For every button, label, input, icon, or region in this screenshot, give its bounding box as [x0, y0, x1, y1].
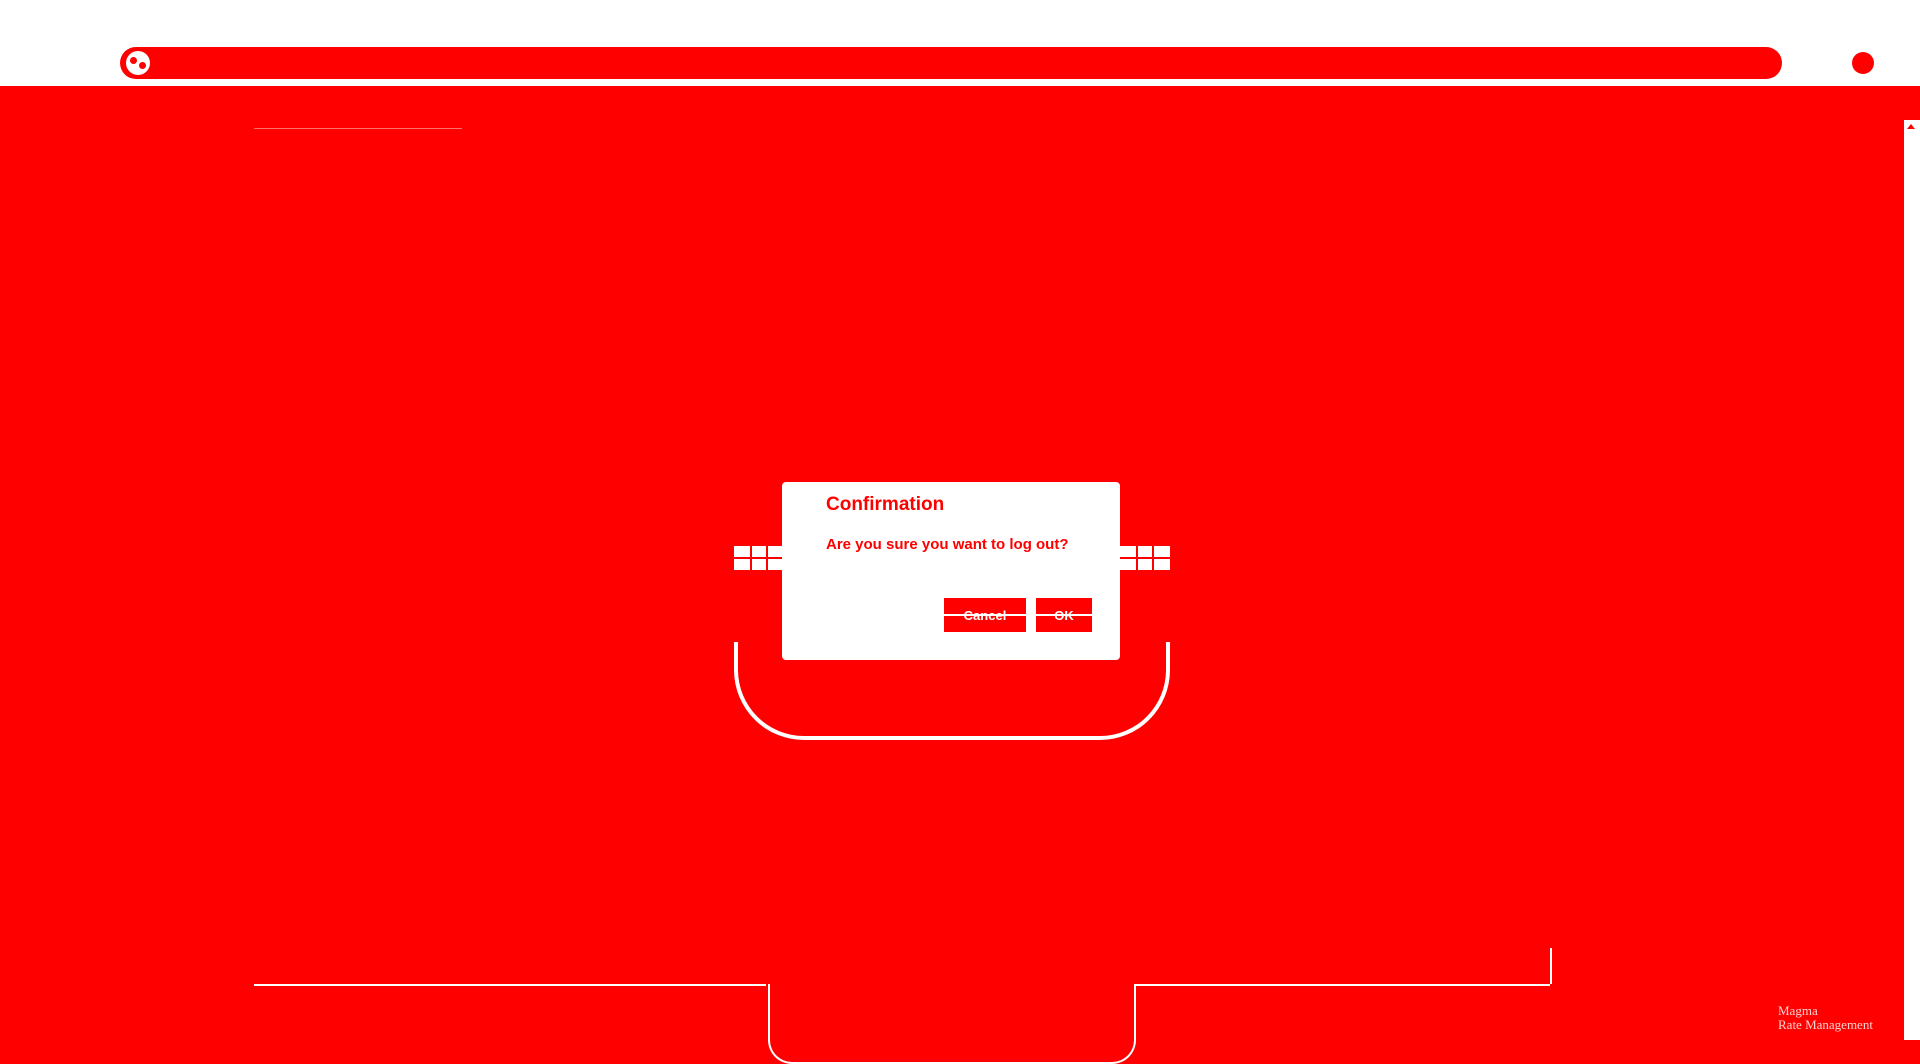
cancel-button[interactable]: Cancel [944, 598, 1026, 632]
brand-tagline: Rate Management [1778, 1017, 1873, 1032]
footer-tab-outline [768, 984, 1136, 1064]
header-divider [254, 128, 462, 129]
footer-divider-right [1134, 984, 1550, 986]
ok-button[interactable]: OK [1036, 598, 1092, 632]
logout-confirmation-dialog: Confirmation Are you sure you want to lo… [782, 482, 1120, 660]
brand-logo: Magma Rate Management [1778, 1004, 1873, 1032]
site-icon [126, 51, 150, 75]
scroll-up-icon[interactable] [1907, 124, 1915, 129]
decorative-grid-left [734, 546, 784, 570]
footer-divider-left [254, 984, 766, 986]
scrollbar[interactable] [1904, 120, 1920, 1040]
decorative-grid-right [1120, 546, 1170, 570]
footer-divider-edge [1550, 948, 1552, 984]
address-bar[interactable] [120, 47, 1782, 79]
profile-avatar[interactable] [1852, 52, 1874, 74]
browser-toolbar [0, 0, 1920, 86]
brand-name: Magma [1778, 1003, 1818, 1018]
dialog-title: Confirmation [826, 494, 945, 515]
dialog-message: Are you sure you want to log out? [826, 536, 1069, 553]
